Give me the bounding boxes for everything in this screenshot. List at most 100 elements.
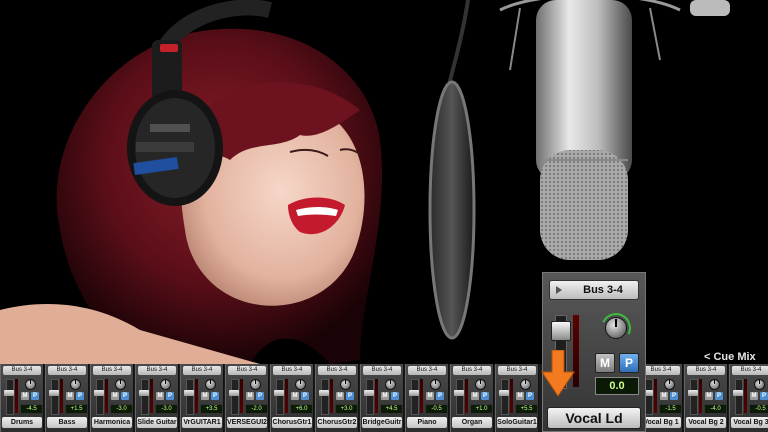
strip-pan-knob[interactable] — [115, 379, 126, 390]
strip-fader-handle[interactable] — [454, 390, 464, 396]
strip-bus-selector[interactable]: Bus 3-4 — [183, 366, 221, 375]
channel-strip[interactable]: Bus 3-4 M P -0.5 Piano — [405, 364, 449, 432]
strip-pre-button[interactable]: P — [256, 392, 264, 400]
channel-strip[interactable]: Bus 3-4 M P +3.0 ChorusGtr2 — [315, 364, 359, 432]
strip-bus-selector[interactable]: Bus 3-4 — [642, 366, 680, 375]
send-mute-button[interactable]: M — [595, 353, 615, 373]
strip-fader-track[interactable] — [411, 379, 419, 415]
send-bus-selector[interactable]: Bus 3-4 — [549, 280, 639, 300]
strip-fader-track[interactable] — [366, 379, 374, 415]
strip-pan-knob[interactable] — [295, 379, 306, 390]
strip-pan-knob[interactable] — [754, 379, 765, 390]
channel-strip[interactable]: Bus 3-4 M P +1.5 Bass — [45, 364, 89, 432]
channel-strip[interactable]: Bus 3-4 M P +3.5 VrGUITAR1 — [180, 364, 224, 432]
strip-bus-selector[interactable]: Bus 3-4 — [138, 366, 176, 375]
strip-pan-knob[interactable] — [475, 379, 486, 390]
strip-mute-button[interactable]: M — [156, 392, 164, 400]
strip-pre-button[interactable]: P — [76, 392, 84, 400]
strip-fader-handle[interactable] — [184, 390, 194, 396]
strip-pan-knob[interactable] — [664, 379, 675, 390]
strip-pre-button[interactable]: P — [760, 392, 768, 400]
strip-pre-button[interactable]: P — [121, 392, 129, 400]
strip-fader-handle[interactable] — [319, 390, 329, 396]
strip-fader-handle[interactable] — [49, 390, 59, 396]
strip-pre-button[interactable]: P — [166, 392, 174, 400]
strip-fader-handle[interactable] — [733, 390, 743, 396]
strip-fader-track[interactable] — [456, 379, 464, 415]
strip-fader-handle[interactable] — [364, 390, 374, 396]
strip-pre-button[interactable]: P — [670, 392, 678, 400]
channel-strip[interactable]: Bus 3-4 M P -4.5 Drums — [0, 364, 44, 432]
strip-pan-knob[interactable] — [709, 379, 720, 390]
strip-pan-knob[interactable] — [430, 379, 441, 390]
strip-fader-handle[interactable] — [4, 390, 14, 396]
strip-mute-button[interactable]: M — [471, 392, 479, 400]
strip-mute-button[interactable]: M — [201, 392, 209, 400]
strip-pan-knob[interactable] — [25, 379, 36, 390]
channel-strip[interactable]: Bus 3-4 M P +1.0 Organ — [450, 364, 494, 432]
channel-strip[interactable]: Bus 3-4 M P -3.0 Harmonica — [90, 364, 134, 432]
strip-fader-handle[interactable] — [409, 390, 419, 396]
strip-fader-track[interactable] — [690, 379, 698, 415]
strip-fader-handle[interactable] — [274, 390, 284, 396]
strip-fader-handle[interactable] — [688, 390, 698, 396]
strip-mute-button[interactable]: M — [750, 392, 758, 400]
strip-mute-button[interactable]: M — [111, 392, 119, 400]
strip-bus-selector[interactable]: Bus 3-4 — [273, 366, 311, 375]
strip-pan-knob[interactable] — [250, 379, 261, 390]
strip-bus-selector[interactable]: Bus 3-4 — [48, 366, 86, 375]
strip-fader-track[interactable] — [321, 379, 329, 415]
strip-bus-selector[interactable]: Bus 3-4 — [3, 366, 41, 375]
strip-fader-track[interactable] — [735, 379, 743, 415]
strip-pre-button[interactable]: P — [526, 392, 534, 400]
strip-fader-track[interactable] — [6, 379, 14, 415]
channel-strip[interactable]: Bus 3-4 M P -4.0 Vocal Bg 2 — [684, 364, 728, 432]
strip-mute-button[interactable]: M — [381, 392, 389, 400]
channel-strip[interactable]: Bus 3-4 M P +5.5 SoloGuitar1 — [495, 364, 539, 432]
strip-bus-selector[interactable]: Bus 3-4 — [498, 366, 536, 375]
strip-fader-track[interactable] — [186, 379, 194, 415]
strip-fader-handle[interactable] — [229, 390, 239, 396]
send-pan-knob[interactable] — [605, 317, 627, 339]
strip-bus-selector[interactable]: Bus 3-4 — [408, 366, 446, 375]
strip-mute-button[interactable]: M — [246, 392, 254, 400]
send-fader-handle[interactable] — [551, 321, 571, 341]
strip-fader-track[interactable] — [501, 379, 509, 415]
strip-bus-selector[interactable]: Bus 3-4 — [363, 366, 401, 375]
strip-pre-button[interactable]: P — [211, 392, 219, 400]
strip-pan-knob[interactable] — [160, 379, 171, 390]
strip-bus-selector[interactable]: Bus 3-4 — [687, 366, 725, 375]
strip-mute-button[interactable]: M — [21, 392, 29, 400]
strip-fader-handle[interactable] — [499, 390, 509, 396]
strip-mute-button[interactable]: M — [291, 392, 299, 400]
strip-bus-selector[interactable]: Bus 3-4 — [453, 366, 491, 375]
strip-mute-button[interactable]: M — [705, 392, 713, 400]
strip-mute-button[interactable]: M — [336, 392, 344, 400]
channel-strip[interactable]: Bus 3-4 M P -3.0 Slide Guitar — [135, 364, 179, 432]
strip-pre-button[interactable]: P — [391, 392, 399, 400]
send-pre-post-button[interactable]: P — [619, 353, 639, 373]
strip-fader-track[interactable] — [231, 379, 239, 415]
strip-bus-selector[interactable]: Bus 3-4 — [228, 366, 266, 375]
strip-pre-button[interactable]: P — [436, 392, 444, 400]
strip-fader-handle[interactable] — [139, 390, 149, 396]
strip-pan-knob[interactable] — [70, 379, 81, 390]
channel-strip[interactable]: Bus 3-4 M P +6.0 ChorusGtr1 — [270, 364, 314, 432]
strip-fader-track[interactable] — [96, 379, 104, 415]
strip-pan-knob[interactable] — [385, 379, 396, 390]
strip-pre-button[interactable]: P — [301, 392, 309, 400]
strip-pan-knob[interactable] — [205, 379, 216, 390]
strip-mute-button[interactable]: M — [426, 392, 434, 400]
strip-mute-button[interactable]: M — [66, 392, 74, 400]
strip-fader-track[interactable] — [51, 379, 59, 415]
strip-fader-track[interactable] — [276, 379, 284, 415]
strip-fader-track[interactable] — [645, 379, 653, 415]
strip-pan-knob[interactable] — [340, 379, 351, 390]
strip-pre-button[interactable]: P — [715, 392, 723, 400]
strip-pre-button[interactable]: P — [31, 392, 39, 400]
strip-mute-button[interactable]: M — [516, 392, 524, 400]
strip-pan-knob[interactable] — [520, 379, 531, 390]
channel-strip[interactable]: Bus 3-4 M P -2.0 VERSEGUI2 — [225, 364, 269, 432]
strip-mute-button[interactable]: M — [660, 392, 668, 400]
strip-bus-selector[interactable]: Bus 3-4 — [318, 366, 356, 375]
